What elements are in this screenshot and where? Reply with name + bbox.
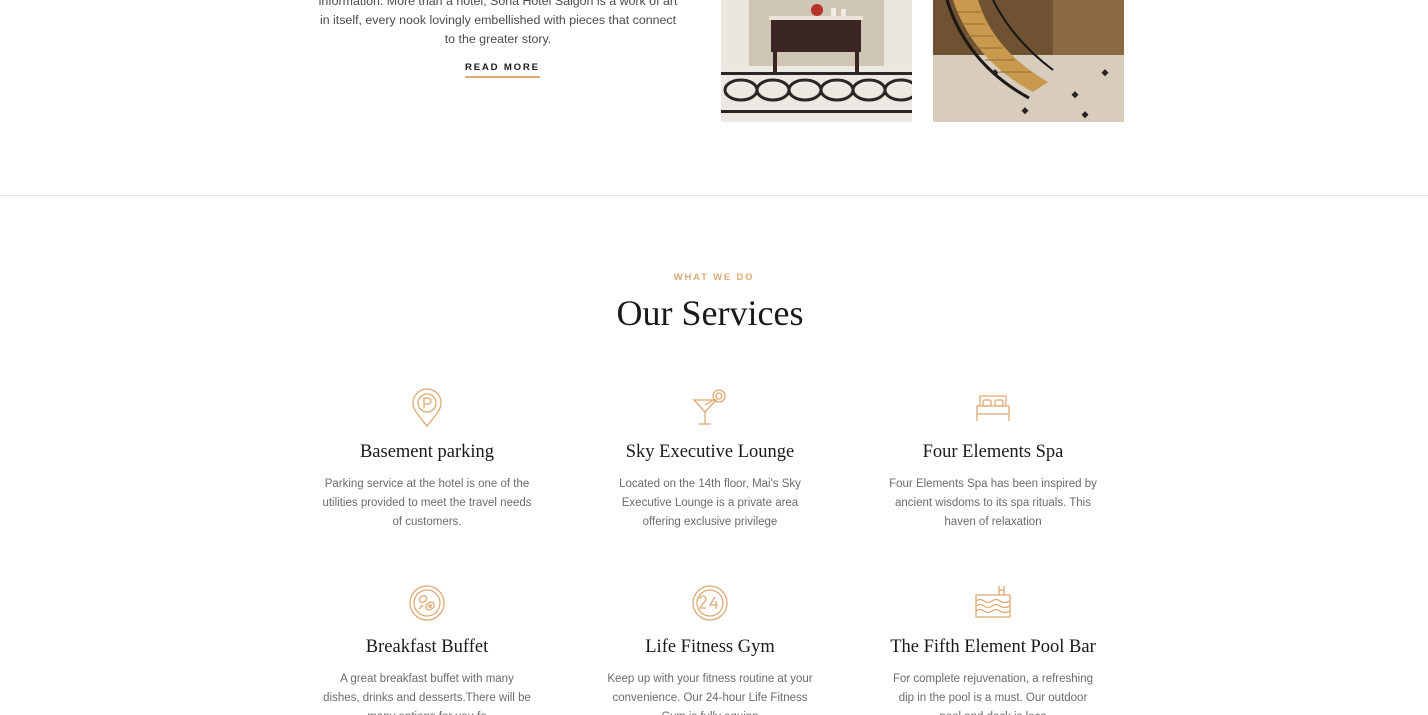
service-card-pool-bar: The Fifth Element Pool Bar For complete … <box>873 583 1113 715</box>
service-description: Keep up with your fitness routine at you… <box>607 673 813 715</box>
section-divider <box>0 195 1428 196</box>
about-image-console-table <box>721 0 912 122</box>
bed-icon <box>976 395 1010 421</box>
service-name: Breakfast Buffet <box>365 637 489 657</box>
service-name: Basement parking <box>359 442 495 462</box>
service-description: For complete rejuvenation, a refreshing … <box>892 673 1094 715</box>
service-description: Parking service at the hotel is one of t… <box>322 478 532 528</box>
service-description: Located on the 14th floor, Mai's Sky Exe… <box>619 478 801 528</box>
service-card-spa: Four Elements Spa Four Elements Spa has … <box>873 388 1113 532</box>
service-card-parking: Basement parking Parking service at the … <box>307 388 547 532</box>
page: information. More than a hotel, Sona Hot… <box>0 0 1428 715</box>
service-name: Four Elements Spa <box>922 442 1064 462</box>
service-description: Four Elements Spa has been inspired by a… <box>889 478 1097 528</box>
service-card-lounge: Sky Executive Lounge Located on the 14th… <box>590 388 830 532</box>
service-card-gym: Life Fitness Gym Keep up with your fitne… <box>590 583 830 715</box>
service-name: The Fifth Element Pool Bar <box>890 637 1096 657</box>
service-card-breakfast: Breakfast Buffet A great breakfast buffe… <box>307 583 547 715</box>
cocktail-icon <box>692 389 726 425</box>
section-tag: WHAT WE DO <box>673 272 755 283</box>
service-name: Life Fitness Gym <box>645 637 775 657</box>
about-text: information. More than a hotel, Sona Hot… <box>318 0 678 46</box>
about-image-staircase <box>933 0 1124 122</box>
section-title: Our Services <box>616 293 804 333</box>
parking-pin-icon <box>412 388 442 428</box>
24-hour-icon <box>692 585 728 621</box>
service-name: Sky Executive Lounge <box>625 442 795 462</box>
service-description: A great breakfast buffet with many dishe… <box>323 673 531 715</box>
breakfast-plate-icon <box>409 585 445 621</box>
pool-icon <box>975 586 1011 618</box>
read-more-link[interactable]: READ MORE <box>465 62 540 78</box>
